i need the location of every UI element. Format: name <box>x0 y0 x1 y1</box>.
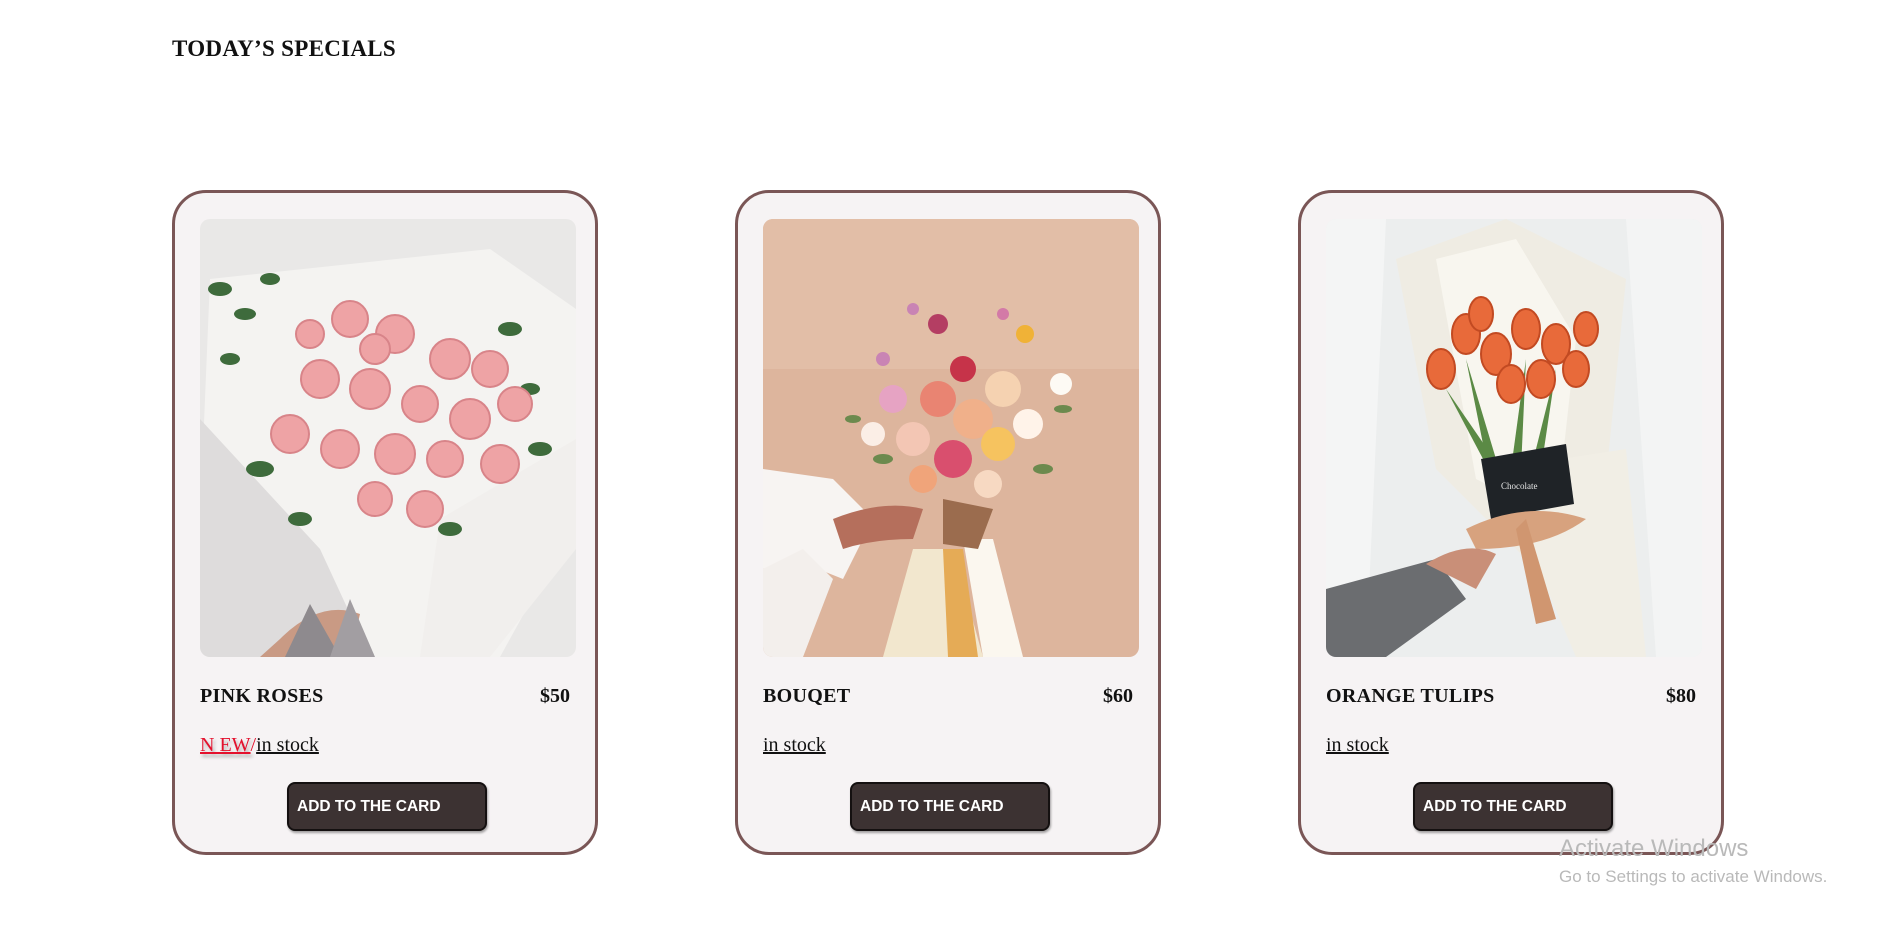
stock-link[interactable]: in stock <box>763 734 826 756</box>
product-status: in stock <box>1326 734 1389 757</box>
product-name: BOUQET <box>763 685 851 707</box>
product-name: ORANGE TULIPS <box>1326 685 1495 707</box>
watermark-subtitle: Go to Settings to activate Windows. <box>1559 867 1828 886</box>
section-title: TODAY’S SPECIALS <box>172 36 397 61</box>
add-to-cart-button[interactable]: ADD TO THE CARD <box>1413 782 1613 831</box>
windows-activation-watermark: Activate Windows Go to Settings to activ… <box>1559 835 1827 887</box>
product-name: PINK ROSES <box>200 685 324 707</box>
orange-tulips-image[interactable]: Chocolate <box>1326 219 1702 657</box>
stock-link[interactable]: in stock <box>256 734 319 756</box>
product-status: N EW/in stock <box>200 734 319 757</box>
bouquet-image[interactable] <box>763 219 1139 657</box>
product-price: $50 <box>540 685 570 707</box>
watermark-title: Activate Windows <box>1559 835 1749 862</box>
add-to-cart-button[interactable]: ADD TO THE CARD <box>850 782 1050 831</box>
new-badge-link[interactable]: N EW <box>200 734 251 756</box>
product-price: $80 <box>1666 685 1696 707</box>
product-card-bouquet: BOUQET $60 in stock ADD TO THE CARD <box>735 190 1161 855</box>
pink-roses-image[interactable] <box>200 219 576 657</box>
add-to-cart-button[interactable]: ADD TO THE CARD <box>287 782 487 831</box>
svg-text:Chocolate: Chocolate <box>1501 481 1538 491</box>
stock-link[interactable]: in stock <box>1326 734 1389 756</box>
product-price: $60 <box>1103 685 1133 707</box>
product-card-orange-tulips: Chocolate ORANGE TULIPS $80 in stock ADD… <box>1298 190 1724 855</box>
product-card-pink-roses: PINK ROSES $50 N EW/in stock ADD TO THE … <box>172 190 598 855</box>
product-status: in stock <box>763 734 826 757</box>
